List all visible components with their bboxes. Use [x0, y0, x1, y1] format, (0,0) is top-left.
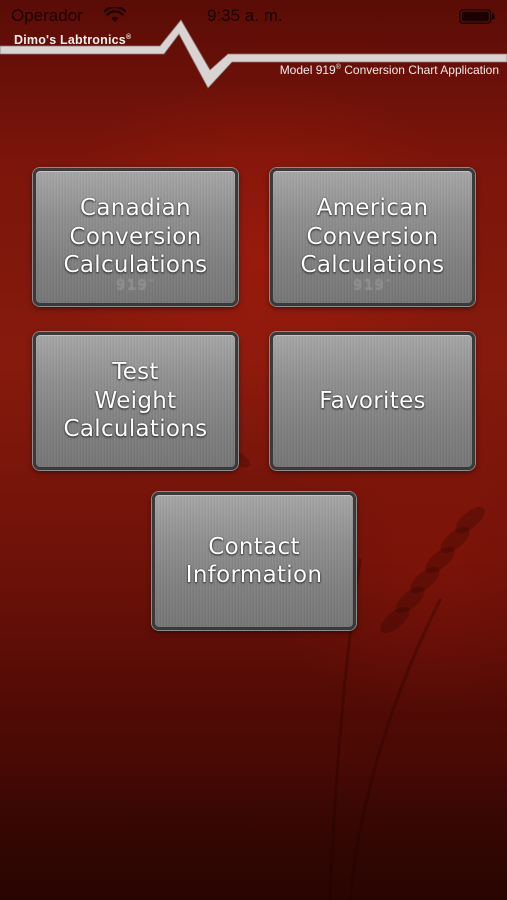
canadian-conversion-label: Canadian Conversion Calculations: [63, 195, 208, 279]
app-subtitle: Model 919® Conversion Chart Application: [280, 63, 499, 77]
test-weight-calculations-button[interactable]: Test Weight Calculations: [33, 332, 238, 470]
brand-name: Dimo's Labtronics: [14, 33, 126, 47]
american-conversion-label: American Conversion Calculations: [300, 195, 445, 279]
contact-information-label: Contact Information: [185, 533, 323, 589]
brand-logo: Dimo's Labtronics®: [14, 33, 131, 47]
bottom-shade: [0, 760, 507, 900]
subtitle-model: Model 919: [279, 63, 336, 77]
subtitle-rest: Conversion Chart Application: [340, 63, 499, 77]
header-pulse-line: [0, 19, 507, 89]
brand-registered-mark: ®: [125, 33, 132, 41]
canadian-conversion-button[interactable]: Canadian Conversion Calculations 919™: [33, 168, 238, 306]
favorites-label: Favorites: [319, 387, 426, 414]
contact-information-button[interactable]: Contact Information: [152, 492, 356, 630]
american-conversion-button[interactable]: American Conversion Calculations 919™: [270, 168, 475, 306]
test-weight-calculations-label: Test Weight Calculations: [63, 359, 208, 443]
favorites-button[interactable]: Favorites: [270, 332, 475, 470]
